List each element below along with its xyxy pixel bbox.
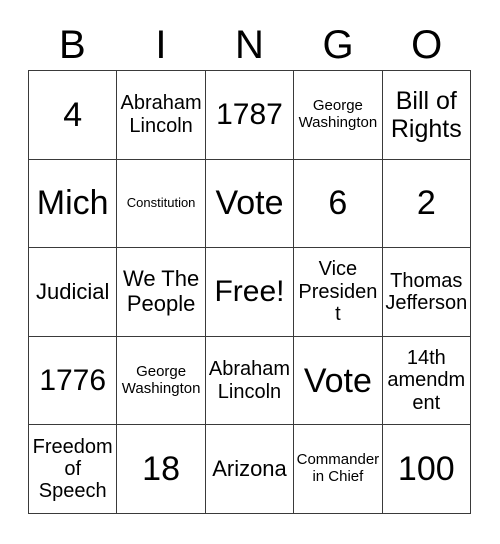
- bingo-free-space-cell[interactable]: Free!: [205, 248, 295, 337]
- bingo-cell-label: George Washington: [298, 97, 378, 131]
- bingo-cell-label: Commander in Chief: [296, 451, 380, 486]
- bingo-cell-label: Thomas Jefferson: [385, 269, 468, 314]
- bingo-cell-label: Abraham Lincoln: [208, 358, 291, 403]
- bingo-cell-label: Vote: [303, 361, 372, 400]
- bingo-cell-label: Vote: [215, 184, 284, 223]
- bingo-cell-label: Arizona: [212, 455, 287, 481]
- bingo-cell-label: Free!: [214, 275, 285, 309]
- bingo-cell[interactable]: George Washington: [294, 71, 383, 160]
- bingo-cell-label: 2: [416, 184, 436, 223]
- bingo-cell-label: George Washington: [121, 362, 201, 397]
- bingo-cell-label: Constitution: [126, 195, 196, 211]
- bingo-header: B I N G O: [28, 22, 471, 68]
- bingo-cell[interactable]: George Washington: [117, 336, 206, 426]
- bingo-cell[interactable]: 6: [294, 159, 383, 249]
- bingo-cell-label: Mich: [36, 184, 109, 223]
- bingo-cell[interactable]: Judicial: [29, 248, 118, 337]
- header-letter-i: I: [155, 23, 167, 67]
- bingo-cell[interactable]: 4: [29, 71, 118, 160]
- bingo-cell-label: 18: [142, 450, 180, 489]
- header-letter-o: O: [411, 23, 443, 67]
- bingo-cell-label: Judicial: [36, 278, 110, 304]
- bingo-cell[interactable]: Abraham Lincoln: [117, 71, 206, 160]
- bingo-cell-label: 14th amendment: [387, 347, 466, 414]
- bingo-cell-label: Vice President: [298, 258, 378, 326]
- bingo-cell-label: Abraham Lincoln: [120, 92, 202, 137]
- bingo-cell-label: 4: [63, 95, 83, 134]
- bingo-cell-label: 1787: [216, 98, 283, 131]
- bingo-cell[interactable]: We The People: [117, 248, 206, 337]
- bingo-cell[interactable]: Vote: [205, 159, 295, 249]
- bingo-cell[interactable]: Vice President: [294, 248, 383, 337]
- bingo-cell[interactable]: 100: [382, 425, 471, 514]
- bingo-cell-label: We The People: [122, 266, 200, 316]
- bingo-cell-label: 1776: [39, 363, 107, 397]
- bingo-card: B I N G O 4 Abraham Lincoln 1787 George Was…: [0, 0, 500, 544]
- bingo-cell-label: Bill of Rights: [390, 86, 462, 143]
- bingo-cell[interactable]: Freedom of Speech: [29, 425, 118, 514]
- bingo-cell[interactable]: Arizona: [205, 425, 295, 514]
- bingo-grid: 4 Abraham Lincoln 1787 George Washington Bil…: [28, 70, 471, 514]
- bingo-cell-label: 6: [328, 184, 348, 223]
- bingo-cell[interactable]: 1787: [205, 71, 295, 160]
- header-letter-g: G: [322, 23, 354, 67]
- bingo-cell[interactable]: Mich: [29, 159, 118, 249]
- bingo-cell[interactable]: 2: [382, 159, 471, 249]
- header-letter-b: B: [58, 23, 86, 67]
- bingo-cell[interactable]: 1776: [29, 336, 118, 426]
- bingo-cell[interactable]: Vote: [294, 336, 383, 426]
- bingo-cell[interactable]: Constitution: [117, 159, 206, 249]
- bingo-cell[interactable]: Abraham Lincoln: [205, 336, 295, 426]
- bingo-cell[interactable]: Thomas Jefferson: [382, 248, 471, 337]
- bingo-cell[interactable]: Commander in Chief: [294, 425, 383, 514]
- header-letter-n: N: [235, 23, 264, 67]
- bingo-cell[interactable]: 18: [117, 425, 206, 514]
- bingo-cell[interactable]: 14th amendment: [382, 336, 471, 426]
- bingo-cell[interactable]: Bill of Rights: [382, 71, 471, 160]
- bingo-cell-label: 100: [397, 450, 455, 489]
- bingo-cell-label: Freedom of Speech: [32, 435, 113, 503]
